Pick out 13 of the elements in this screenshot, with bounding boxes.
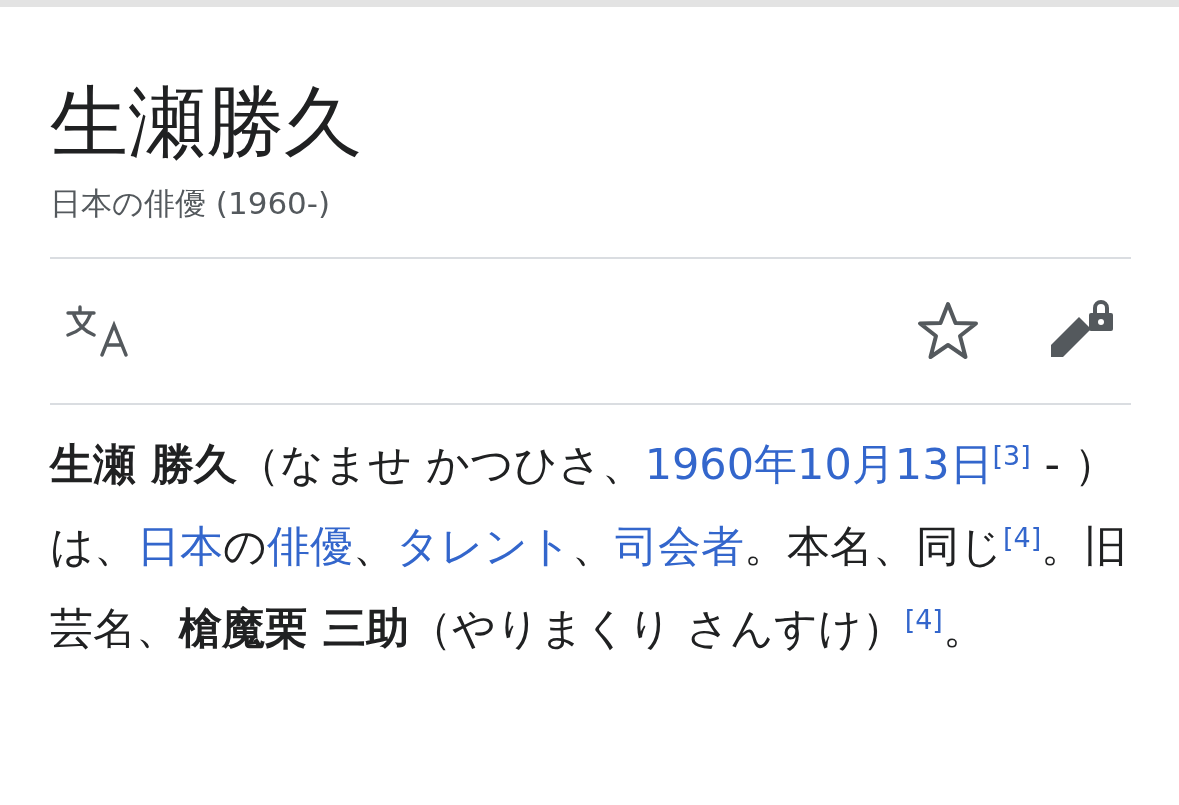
article-link[interactable]: 日本 [137,521,223,571]
article-link[interactable]: 司会者 [615,521,744,571]
locked-pencil-icon[interactable] [1051,299,1115,357]
page-description: 日本の俳優 (1960-) [50,184,332,223]
article-link[interactable]: タレント [396,521,572,571]
article-link[interactable]: 1960年10月13日 [644,439,993,489]
reference-link[interactable]: [4] [904,604,943,635]
page-title: 生瀬勝久 [50,78,363,168]
star-icon[interactable] [917,301,979,361]
article-paragraph: 生瀬 勝久（なませ かつひさ、1960年10月13日$^{[3]}$ - ）は、日本の俳優、タレント、司会者。本名、同じ$^{[4]}$。旧芸名、槍魔栗 三助（やりまくり さんすけ）$^{[4]}$。 [50,438,1129,655]
reference-link[interactable]: [4] [1003,522,1042,553]
reference-link[interactable]: [3] [992,440,1031,471]
article-link[interactable]: 俳優 [267,521,353,571]
